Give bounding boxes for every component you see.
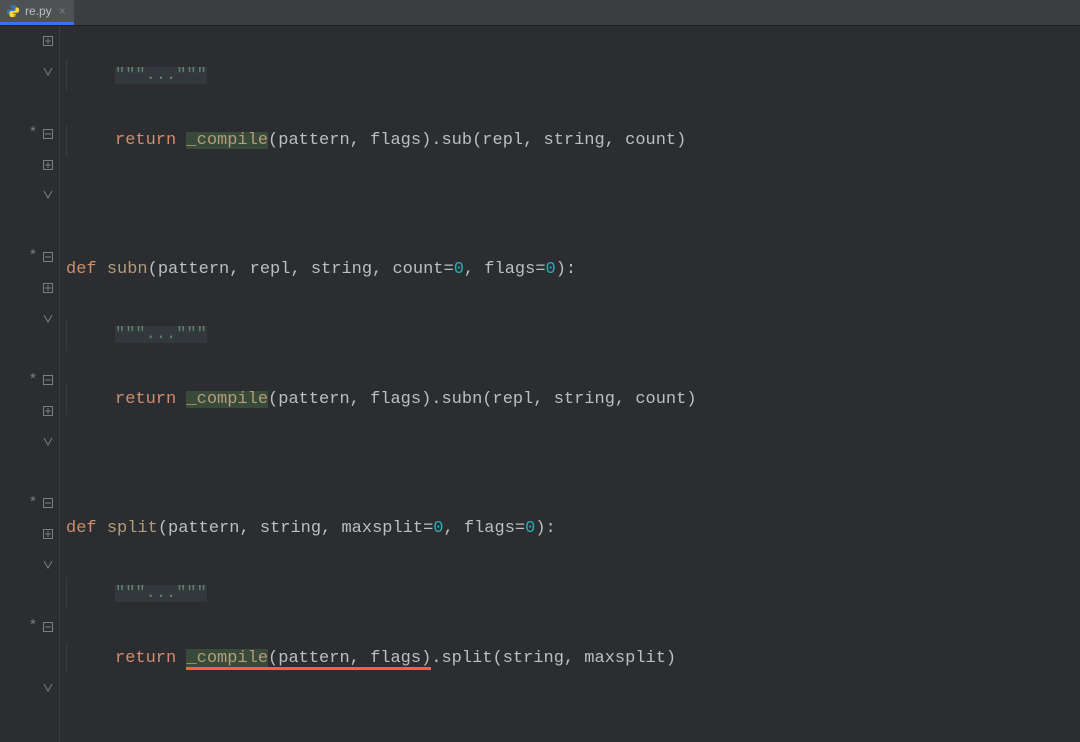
fold-expand-icon[interactable] — [41, 158, 55, 172]
tab-filename: re.py — [25, 5, 52, 17]
fold-end-icon[interactable] — [41, 65, 55, 79]
fold-expand-icon[interactable] — [41, 527, 55, 541]
modified-marker: * — [27, 126, 39, 141]
fold-end-icon[interactable] — [41, 435, 55, 449]
fold-end-icon[interactable] — [41, 558, 55, 572]
gutter: * * * * * — [0, 26, 60, 742]
modified-marker: * — [27, 249, 39, 264]
modified-marker: * — [27, 373, 39, 388]
fold-expand-icon[interactable] — [41, 404, 55, 418]
fold-end-icon[interactable] — [41, 188, 55, 202]
fold-expand-icon[interactable] — [41, 34, 55, 48]
keyword-def: def — [66, 520, 97, 537]
code-editor[interactable]: * * * * * """...""" return _compile(patt… — [0, 26, 1080, 742]
python-file-icon — [6, 4, 20, 18]
keyword-return: return — [115, 650, 176, 667]
modified-marker: * — [27, 619, 39, 634]
modified-marker: * — [27, 496, 39, 511]
fold-collapse-icon[interactable] — [41, 373, 55, 387]
keyword-return: return — [115, 132, 176, 149]
docstring: """...""" — [115, 326, 207, 343]
keyword-return: return — [115, 391, 176, 408]
fold-end-icon[interactable] — [41, 312, 55, 326]
fold-collapse-icon[interactable] — [41, 127, 55, 141]
fold-end-icon[interactable] — [41, 681, 55, 695]
docstring: """...""" — [115, 585, 207, 602]
fold-collapse-icon[interactable] — [41, 250, 55, 264]
fold-collapse-icon[interactable] — [41, 496, 55, 510]
docstring: """...""" — [115, 67, 207, 84]
call-compile: _compile — [186, 391, 268, 408]
file-tab-re-py[interactable]: re.py × — [0, 0, 74, 25]
func-subn: subn — [107, 261, 148, 278]
fold-expand-icon[interactable] — [41, 281, 55, 295]
call-compile: _compile — [186, 132, 268, 149]
close-icon[interactable]: × — [59, 5, 66, 17]
code-area[interactable]: """...""" return _compile(pattern, flags… — [60, 26, 1080, 742]
tab-bar: re.py × — [0, 0, 1080, 26]
func-split: split — [107, 520, 158, 537]
fold-collapse-icon[interactable] — [41, 620, 55, 634]
call-compile: _compile — [186, 649, 268, 668]
keyword-def: def — [66, 261, 97, 278]
